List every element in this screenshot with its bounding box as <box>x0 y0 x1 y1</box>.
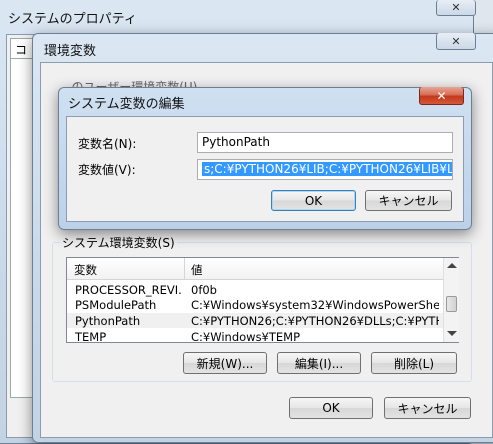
variable-value-input[interactable]: s;C:¥PYTHON26¥LIB;C:¥PYTHON26¥LIB¥LIB-TK <box>197 159 453 180</box>
row-variable-name: PSModulePath <box>75 298 157 312</box>
row-variable-value: C:¥PYTHON26;C:¥PYTHON26¥DLLs;C:¥PYTHO... <box>191 314 439 328</box>
row-variable-value: C:¥Windows¥system32¥WindowsPowerShell¥v.… <box>191 298 439 312</box>
list-header: 変数 値 <box>67 258 443 280</box>
system-properties-close-button[interactable]: ✕ <box>436 0 476 16</box>
edit-dialog-close-button[interactable]: ✕ <box>419 87 464 105</box>
tab-label: コン <box>15 43 28 57</box>
system-variables-group-label: システム環境変数(S) <box>60 234 177 251</box>
variable-value-selected-text: s;C:¥PYTHON26¥LIB;C:¥PYTHON26¥LIB¥LIB-TK <box>202 162 452 176</box>
row-variable-value: C:¥Windows¥TEMP <box>191 330 301 343</box>
table-row[interactable]: PSModulePath C:¥Windows¥system32¥Windows… <box>67 297 443 312</box>
scroll-up-arrow-icon[interactable] <box>447 263 457 268</box>
variable-value-label: 変数値(V): <box>78 163 136 177</box>
column-divider <box>184 258 185 280</box>
delete-variable-button[interactable]: 削除(L) <box>371 352 457 374</box>
close-icon: ✕ <box>451 1 461 14</box>
row-variable-name: PROCESSOR_REVI... <box>75 283 183 297</box>
scroll-down-arrow-icon[interactable] <box>447 331 457 336</box>
cancel-button[interactable]: キャンセル <box>384 397 471 419</box>
environment-variables-close-button[interactable]: ✕ <box>436 33 476 50</box>
column-header-variable[interactable]: 変数 <box>74 262 182 278</box>
column-header-value[interactable]: 値 <box>191 262 431 278</box>
list-vertical-scrollbar[interactable] <box>443 258 459 342</box>
system-properties-title: システムのプロパティ <box>8 12 137 27</box>
ok-button[interactable]: OK <box>289 397 373 419</box>
scroll-thumb[interactable] <box>446 296 457 312</box>
table-row[interactable]: PROCESSOR_REVI... 0f0b <box>67 282 443 297</box>
edit-dialog-ok-button[interactable]: OK <box>271 190 356 211</box>
new-variable-button[interactable]: 新規(W)... <box>183 352 267 374</box>
table-row[interactable]: TEMP C:¥Windows¥TEMP <box>67 329 443 343</box>
row-variable-name: TEMP <box>75 330 107 343</box>
system-variables-list[interactable]: 変数 値 PROCESSOR_REVI... 0f0b PSModulePath… <box>66 257 459 343</box>
close-icon: ✕ <box>451 34 461 48</box>
environment-variables-title: 環境変数 <box>44 44 97 59</box>
edit-variable-button[interactable]: 編集(I)... <box>277 352 361 374</box>
edit-dialog-cancel-button[interactable]: キャンセル <box>365 190 452 211</box>
variable-name-label: 変数名(N): <box>78 137 137 151</box>
variable-name-input[interactable]: PythonPath <box>197 132 453 153</box>
close-icon: ✕ <box>436 88 447 103</box>
row-variable-value: 0f0b <box>191 283 217 297</box>
table-row-selected[interactable]: PythonPath C:¥PYTHON26;C:¥PYTHON26¥DLLs;… <box>67 313 443 328</box>
row-variable-name: PythonPath <box>75 314 141 328</box>
edit-dialog-title: システム変数の編集 <box>68 97 185 112</box>
